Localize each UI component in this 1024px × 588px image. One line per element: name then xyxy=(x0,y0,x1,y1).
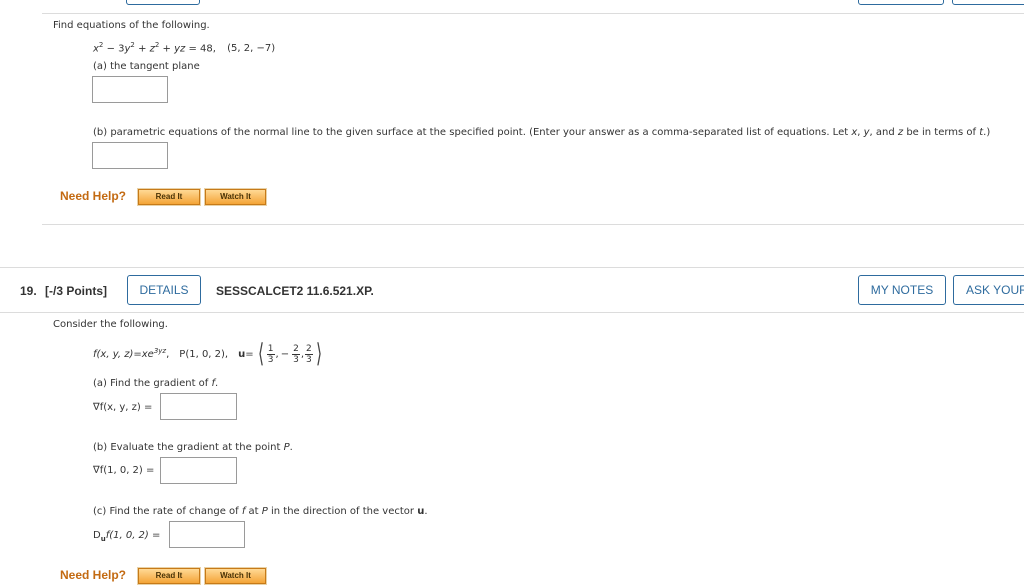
q18-equation: x2 − 3y2 + z2 + yz = 48, (5, 2, −7) xyxy=(93,41,276,55)
need-help-label: Need Help? xyxy=(60,189,127,203)
watch-it-button-2[interactable]: Watch It xyxy=(204,567,267,585)
top-divider xyxy=(42,13,1024,14)
gradient-at-p-answer-input[interactable] xyxy=(160,457,237,484)
q19-code: SESSCALCET2 11.6.521.XP. xyxy=(216,284,374,298)
read-it-button-2[interactable]: Read It xyxy=(137,567,201,585)
q18-point: (5, 2, −7) xyxy=(227,43,276,55)
q19-part-a: (a) Find the gradient of f. xyxy=(93,378,219,389)
directional-derivative-answer-input[interactable] xyxy=(169,521,245,548)
q18-part-a: (a) the tangent plane xyxy=(93,61,200,72)
u-vector-label: u xyxy=(238,348,246,360)
ask-your-teacher-button[interactable]: ASK YOUR xyxy=(953,275,1024,305)
q18-prompt: Find equations of the following. xyxy=(53,20,210,31)
need-help-label-2: Need Help? xyxy=(60,568,127,582)
prev-details-button-edge[interactable] xyxy=(126,0,200,5)
q19-part-b: (b) Evaluate the gradient at the point P… xyxy=(93,442,293,453)
q19-function-definition: f(x, y, z) = xe 3yz, P(1, 0, 2), u = ⟨ 13… xyxy=(93,341,324,367)
q18-bottom-divider xyxy=(42,224,1024,225)
prev-ask-button-edge[interactable] xyxy=(952,0,1024,5)
q19-prompt: Consider the following. xyxy=(53,319,168,330)
q19-number: 19. xyxy=(20,284,37,298)
u-component-1: 13 xyxy=(266,343,275,365)
gradient-answer-input[interactable] xyxy=(160,393,237,420)
gradient-at-p-label: ∇f(1, 0, 2) = xyxy=(93,465,155,476)
details-button[interactable]: DETAILS xyxy=(127,275,201,305)
q19-point: P(1, 0, 2), xyxy=(179,348,229,360)
q19-points: [-/3 Points] xyxy=(45,284,107,298)
gradient-label: ∇f(x, y, z) = xyxy=(93,402,153,413)
prev-my-notes-button-edge[interactable] xyxy=(858,0,944,5)
u-component-3: 23 xyxy=(305,343,313,365)
read-it-button[interactable]: Read It xyxy=(137,188,201,206)
u-component-2: 23 xyxy=(292,343,300,365)
q19-part-c: (c) Find the rate of change of f at P in… xyxy=(93,506,428,517)
directional-derivative-label: Duf(1, 0, 2) = xyxy=(93,530,161,543)
q18-part-b: (b) parametric equations of the normal l… xyxy=(93,127,991,138)
tangent-plane-answer-input[interactable] xyxy=(92,76,168,103)
my-notes-button[interactable]: MY NOTES xyxy=(858,275,946,305)
normal-line-answer-input[interactable] xyxy=(92,142,168,169)
watch-it-button[interactable]: Watch It xyxy=(204,188,267,206)
u-vector: ⟨ 13, − 23, 23 ⟩ xyxy=(257,339,322,369)
